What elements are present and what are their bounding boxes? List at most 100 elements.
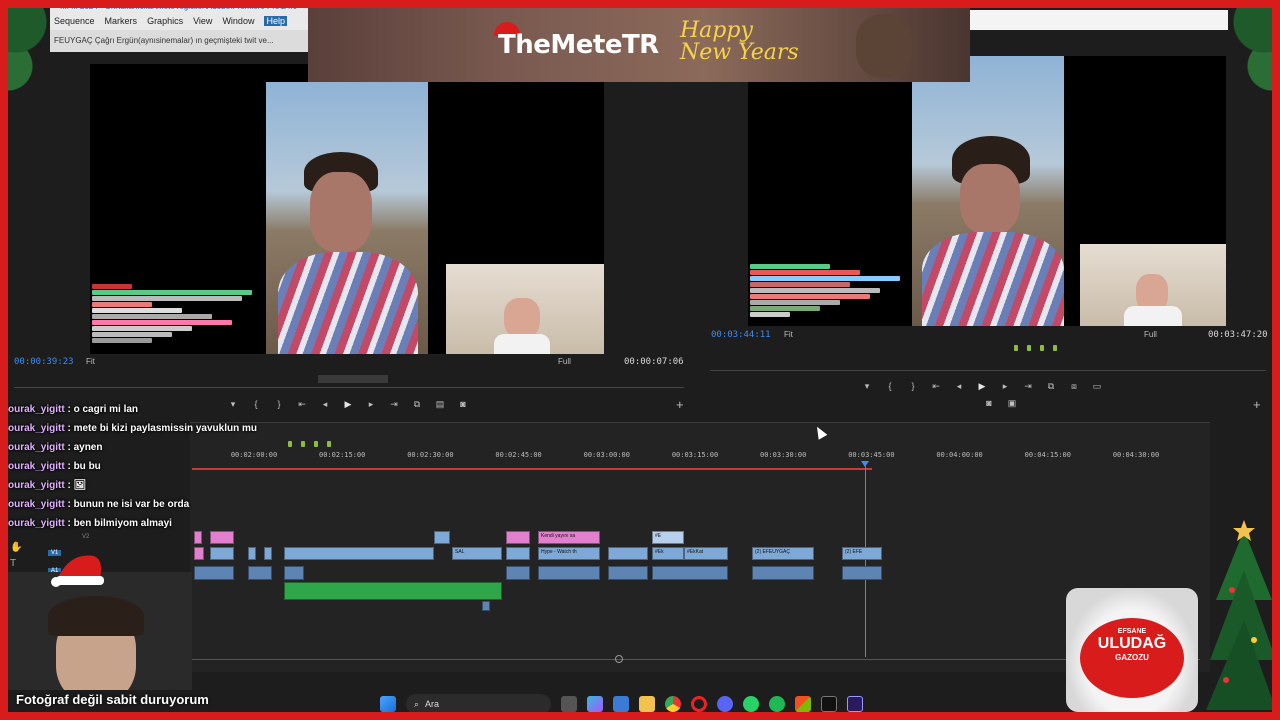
windows-start-icon[interactable] — [380, 696, 396, 712]
clip-a3[interactable] — [482, 601, 490, 611]
timeline-zoom-handle[interactable] — [615, 655, 623, 663]
lift-icon[interactable]: ⧉ — [1046, 381, 1056, 391]
program-quality-select[interactable]: Full — [1144, 330, 1157, 339]
chat-username[interactable]: ourak_yigitt — [8, 423, 65, 434]
go-to-out-icon[interactable]: ⇥ — [389, 399, 399, 409]
clip-a1[interactable] — [248, 566, 272, 580]
copilot-icon[interactable] — [587, 696, 603, 712]
timeline-panel: 00:02:00:00 00:02:15:00 00:02:30:00 00:02:4… — [190, 422, 1210, 672]
source-in-out-range[interactable] — [318, 375, 388, 383]
go-to-in-icon[interactable]: ⇤ — [931, 381, 941, 391]
overwrite-icon[interactable]: ▤ — [435, 399, 445, 409]
clip-v2-e[interactable]: #E — [652, 531, 684, 544]
chrome-icon[interactable] — [665, 696, 681, 712]
clip-a2-music[interactable] — [284, 582, 502, 600]
chat-separator: : — [64, 423, 74, 434]
play-icon[interactable]: ▶ — [343, 399, 353, 409]
store-icon[interactable] — [613, 696, 629, 712]
clip-v1[interactable] — [284, 547, 434, 560]
step-forward-icon[interactable]: ▸ — [366, 399, 376, 409]
clip-a1[interactable] — [506, 566, 530, 580]
clip-v1-hype[interactable]: Hype - Watch th — [538, 547, 600, 560]
microsoft-store-icon[interactable] — [795, 696, 811, 712]
step-back-icon[interactable]: ◂ — [320, 399, 330, 409]
spotify-icon[interactable] — [769, 696, 785, 712]
browser-tab-title[interactable]: FEUYGAÇ Çağrı Ergün(aynısinemalar) ın ge… — [50, 30, 308, 52]
clip-v2[interactable] — [434, 531, 450, 544]
go-to-out-icon[interactable]: ⇥ — [1023, 381, 1033, 391]
clip-v1[interactable] — [210, 547, 234, 560]
source-scrubber[interactable] — [14, 387, 684, 388]
chat-text: o cagri mi lan — [73, 404, 139, 415]
folder-icon[interactable] — [639, 696, 655, 712]
shirt — [494, 334, 550, 354]
clip-v1-efeuygac[interactable]: (2) EFEUYGAÇ — [752, 547, 814, 560]
clip-v1-efe[interactable]: (2) EFE — [842, 547, 882, 560]
stream-capture: { "app": { "title_fragment": "...ı ... 2… — [0, 0, 1280, 720]
clip-v1[interactable] — [194, 547, 204, 560]
source-add-button-icon[interactable]: + — [676, 397, 684, 412]
program-add-button-icon[interactable]: + — [1253, 397, 1261, 412]
mark-in-icon[interactable]: { — [885, 381, 895, 391]
chat-username[interactable]: ourak_yigitt — [8, 518, 65, 529]
file-explorer-icon[interactable] — [561, 696, 577, 712]
clip-a1[interactable] — [842, 566, 882, 580]
menu-graphics[interactable]: Graphics — [147, 16, 183, 26]
source-fit-select[interactable]: Fit — [86, 357, 95, 366]
insert-icon[interactable]: ⧉ — [412, 399, 422, 409]
chat-username[interactable]: ourak_yigitt — [8, 442, 65, 453]
menu-help[interactable]: Help — [264, 16, 287, 26]
program-fit-select[interactable]: Fit — [784, 330, 793, 339]
play-icon[interactable]: ▶ — [977, 381, 987, 391]
menu-view[interactable]: View — [193, 16, 212, 26]
chat-message: ourak_yigitt : o cagri mi lan — [8, 404, 288, 423]
compare-icon[interactable]: ▭ — [1092, 381, 1102, 391]
clip-v1-ekkat[interactable]: #EkKat — [684, 547, 728, 560]
go-to-in-icon[interactable]: ⇤ — [297, 399, 307, 409]
greeting-line-2: New Years — [680, 40, 799, 65]
menu-markers[interactable]: Markers — [105, 16, 138, 26]
menu-window[interactable]: Window — [222, 16, 254, 26]
stream-caption: Fotoğraf değil sabit duruyorum — [16, 692, 209, 707]
source-timecode[interactable]: 00:00:39:23 — [14, 357, 74, 367]
step-back-icon[interactable]: ◂ — [954, 381, 964, 391]
opera-icon[interactable] — [691, 696, 707, 712]
clip-v1[interactable] — [264, 547, 272, 560]
chat-username[interactable]: ourak_yigitt — [8, 499, 65, 510]
whatsapp-icon[interactable] — [743, 696, 759, 712]
source-quality-select[interactable]: Full — [558, 357, 571, 366]
clip-a1[interactable] — [652, 566, 728, 580]
hand-tool-icon[interactable]: ✋ — [10, 540, 22, 556]
clip-v1[interactable] — [248, 547, 256, 560]
clip-a1[interactable] — [284, 566, 304, 580]
program-scrubber[interactable] — [710, 370, 1266, 371]
type-tool-icon[interactable]: T — [10, 556, 22, 572]
chat-username[interactable]: ourak_yigitt — [8, 461, 65, 472]
vr-icon[interactable]: ▣ — [1007, 398, 1017, 408]
extract-icon[interactable]: ⧈ — [1069, 381, 1079, 391]
clip-a1[interactable] — [608, 566, 648, 580]
step-forward-icon[interactable]: ▸ — [1000, 381, 1010, 391]
chat-username[interactable]: ourak_yigitt — [8, 480, 65, 491]
program-monitor — [748, 56, 1226, 326]
clip-a1[interactable] — [194, 566, 234, 580]
clip-a1[interactable] — [752, 566, 814, 580]
capcut-icon[interactable] — [821, 696, 837, 712]
clip-v1[interactable] — [608, 547, 648, 560]
clip-a1[interactable] — [538, 566, 600, 580]
marker-icon[interactable]: ▾ — [862, 381, 872, 391]
clip-v1-sal[interactable]: SAL — [452, 547, 502, 560]
clip-v2-kendi[interactable]: Kendi yayını sa — [538, 531, 600, 544]
mark-out-icon[interactable]: } — [908, 381, 918, 391]
clip-v1[interactable] — [506, 547, 530, 560]
chat-username[interactable]: ourak_yigitt — [8, 404, 65, 415]
taskbar-search[interactable]: ⌕ Ara — [406, 694, 551, 714]
timeline-scrollbar[interactable] — [190, 659, 1200, 660]
program-timecode[interactable]: 00:03:44:11 — [711, 330, 771, 340]
clip-v2[interactable] — [506, 531, 530, 544]
export-frame-icon[interactable]: ◙ — [458, 399, 468, 409]
discord-icon[interactable] — [717, 696, 733, 712]
clip-v1-ek[interactable]: #Ek — [652, 547, 684, 560]
premiere-pro-icon[interactable] — [847, 696, 863, 712]
export-frame-icon[interactable]: ◙ — [984, 398, 994, 408]
